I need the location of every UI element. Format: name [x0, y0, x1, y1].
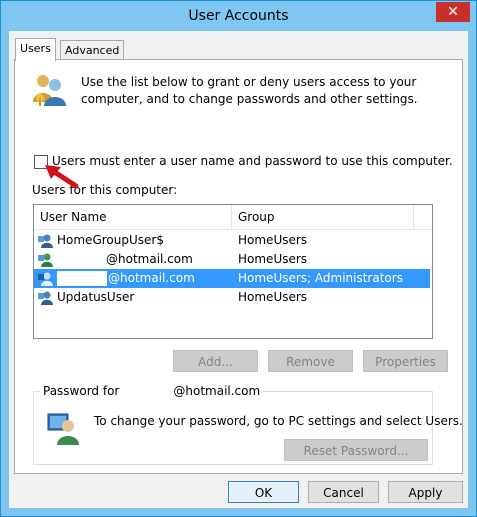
- table-row-selected[interactable]: @hotmail.com HomeUsers; Administrators: [34, 269, 430, 288]
- user-name: @hotmail.com: [106, 252, 193, 266]
- users-icon: [33, 75, 66, 106]
- properties-button[interactable]: Properties: [363, 350, 448, 372]
- user-password-icon: [47, 413, 79, 445]
- list-header: User Name Group: [34, 205, 432, 230]
- table-row[interactable]: UpdatusUser HomeUsers: [34, 288, 430, 307]
- password-group-label: Password for @hotmail.com: [40, 384, 264, 398]
- user-group: HomeUsers: [238, 290, 308, 304]
- user-icon: [38, 253, 53, 267]
- tab-advanced[interactable]: Advanced: [60, 40, 125, 60]
- user-group: HomeUsers; Administrators: [238, 271, 403, 285]
- remove-button[interactable]: Remove: [268, 350, 353, 372]
- users-list[interactable]: User Name Group HomeGroupUser$ HomeUsers: [33, 204, 433, 339]
- user-name: HomeGroupUser$: [57, 233, 164, 247]
- close-button[interactable]: ✕: [436, 2, 470, 22]
- add-button[interactable]: Add...: [173, 350, 258, 372]
- users-tab-panel: Use the list below to grant or deny user…: [14, 59, 463, 474]
- table-row[interactable]: HomeGroupUser$ HomeUsers: [34, 231, 430, 250]
- dialog-client-area: Users Advanced Use the list below to gra…: [9, 31, 468, 508]
- column-group[interactable]: Group: [232, 205, 414, 229]
- apply-button[interactable]: Apply: [388, 481, 463, 503]
- user-group: HomeUsers: [238, 252, 308, 266]
- user-icon: [38, 234, 53, 248]
- ok-button[interactable]: OK: [228, 481, 299, 503]
- redacted-block: [57, 271, 107, 286]
- password-label-prefix: Password for: [43, 384, 120, 398]
- cancel-button[interactable]: Cancel: [308, 481, 379, 503]
- column-user-name[interactable]: User Name: [34, 205, 232, 229]
- reset-password-button[interactable]: Reset Password...: [284, 439, 428, 461]
- user-icon: [38, 272, 53, 286]
- user-name: @hotmail.com: [108, 271, 195, 285]
- password-instructions: To change your password, go to PC settin…: [94, 414, 463, 428]
- user-accounts-window: User Accounts ✕ Users Advanced Use the l…: [0, 0, 477, 517]
- tab-users[interactable]: Users: [15, 38, 56, 61]
- user-icon: [38, 291, 53, 305]
- user-group: HomeUsers: [238, 233, 308, 247]
- password-group: Password for @hotmail.com To change your …: [33, 384, 463, 465]
- table-row[interactable]: @hotmail.com HomeUsers: [34, 250, 430, 269]
- window-title: User Accounts: [188, 8, 289, 24]
- password-label-suffix: @hotmail.com: [173, 384, 261, 398]
- title-bar[interactable]: User Accounts ✕: [1, 1, 476, 31]
- require-login-label[interactable]: Users must enter a user name and passwor…: [52, 154, 453, 168]
- user-name: UpdatusUser: [57, 290, 135, 304]
- intro-text: Use the list below to grant or deny user…: [81, 75, 418, 106]
- red-arrow-annotation: [45, 165, 79, 189]
